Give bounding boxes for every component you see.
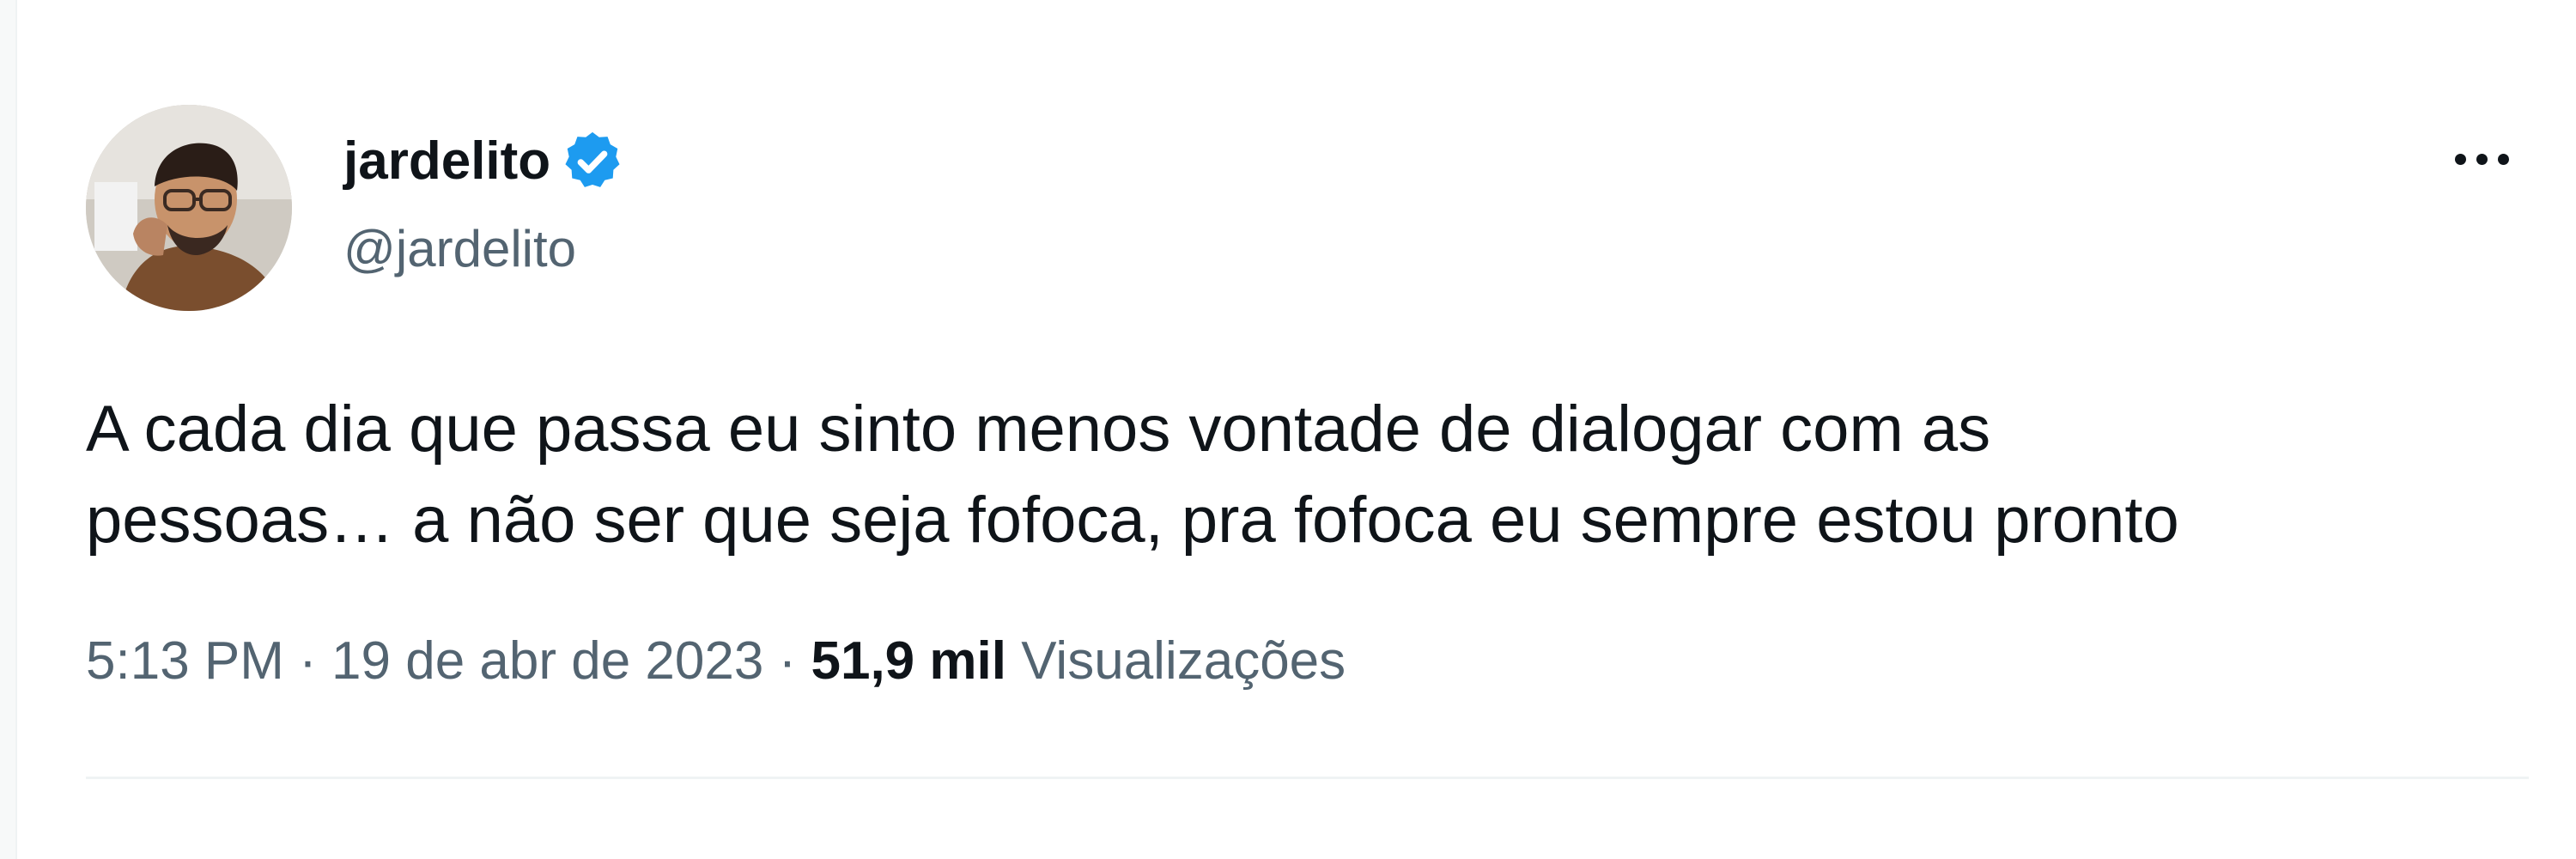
display-name[interactable]: jardelito (343, 127, 550, 196)
tweet-metadata: 5:13 PM · 19 de abr de 2023 · 51,9 mil V… (86, 627, 1346, 696)
divider (86, 777, 2529, 779)
tweet-date[interactable]: 19 de abr de 2023 (331, 631, 763, 691)
views-count[interactable]: 51,9 mil (811, 631, 1005, 691)
more-dot (2476, 153, 2488, 165)
meta-separator: · (299, 631, 317, 691)
tweet-time[interactable]: 5:13 PM (86, 631, 284, 691)
views-label[interactable]: Visualizações (1021, 631, 1346, 691)
tweet-card: jardelito @jardelito A cada dia que pass… (0, 0, 2576, 859)
tweet-text: A cada dia que passa eu sinto menos vont… (86, 393, 2179, 557)
meta-separator: · (778, 631, 797, 691)
more-dot (2497, 153, 2509, 165)
user-handle[interactable]: @jardelito (343, 215, 576, 283)
display-name-row[interactable]: jardelito (343, 127, 626, 196)
more-options-icon[interactable] (2439, 129, 2524, 189)
more-dot (2454, 153, 2466, 165)
avatar-image (86, 105, 292, 311)
verified-badge-icon[interactable] (559, 128, 626, 195)
avatar[interactable] (86, 105, 292, 311)
